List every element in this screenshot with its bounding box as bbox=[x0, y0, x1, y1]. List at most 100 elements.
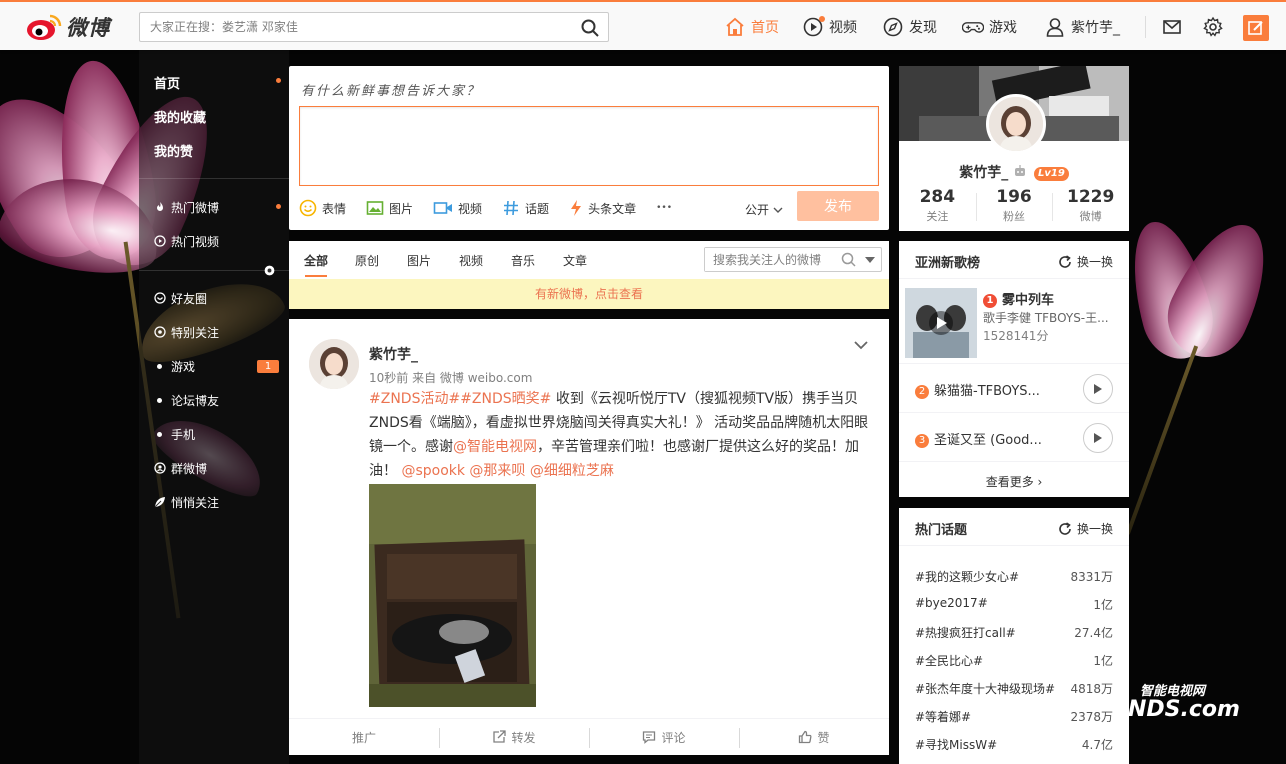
song-2-play-button[interactable] bbox=[1083, 374, 1113, 404]
top-bar: 微博 首页 视频 发现 游 bbox=[0, 0, 1286, 50]
tab-all[interactable]: 全部 bbox=[304, 252, 328, 269]
topic-item[interactable]: #全民比心# 1亿 bbox=[915, 652, 1113, 669]
visibility-label: 公开 bbox=[745, 203, 770, 217]
nav-divider bbox=[1145, 16, 1146, 38]
profile-avatar[interactable] bbox=[986, 94, 1046, 154]
song-item-3[interactable]: 3 圣诞又至 (Good... bbox=[899, 413, 1129, 462]
leftnav-game[interactable]: 游戏 bbox=[154, 356, 195, 376]
topics-refresh-button[interactable]: 换一换 bbox=[1058, 520, 1113, 537]
leaf-icon bbox=[154, 497, 165, 508]
leftnav-home[interactable]: 首页 bbox=[154, 72, 180, 92]
hot-topics-title: 热门话题 bbox=[915, 523, 968, 538]
topic-name: #寻找MissW# bbox=[915, 738, 998, 752]
song-cover[interactable] bbox=[905, 288, 977, 358]
leftnav-friends-circle[interactable]: 好友圈 bbox=[154, 288, 207, 308]
action-promote[interactable]: 推广 bbox=[289, 719, 439, 755]
caret-down-icon[interactable] bbox=[865, 257, 875, 263]
nav-home[interactable]: 首页 bbox=[724, 14, 779, 40]
leftnav-special-follow[interactable]: 特别关注 bbox=[154, 322, 219, 342]
robot-icon bbox=[1015, 165, 1026, 176]
post-hashtags[interactable]: #ZNDS活动##ZNDS晒奖# bbox=[369, 391, 551, 407]
music-chart-title: 亚洲新歌榜 bbox=[915, 256, 981, 271]
game-count-badge: 1 bbox=[257, 360, 279, 373]
tab-images[interactable]: 图片 bbox=[407, 252, 431, 269]
leftnav-hot-weibo[interactable]: 热门微博 bbox=[154, 197, 219, 217]
leftnav-forum-friends[interactable]: 论坛博友 bbox=[154, 390, 219, 410]
post-author[interactable]: 紫竹芋_ bbox=[369, 344, 418, 364]
level-badge[interactable]: Lv19 bbox=[1033, 167, 1069, 181]
song-item-1[interactable]: 1 雾中列车 歌手李健 TFBOYS-王... 1528141分 bbox=[899, 279, 1129, 364]
post-text: #ZNDS活动##ZNDS晒奖# 收到《云视听悦厅TV（搜狐视频TV版）携手当贝… bbox=[369, 387, 869, 483]
leftnav-group-weibo[interactable]: 群微博 bbox=[154, 458, 207, 478]
music-refresh-button[interactable]: 换一换 bbox=[1058, 253, 1113, 270]
nav-home-label: 首页 bbox=[751, 20, 779, 36]
song-item-2[interactable]: 2 躲猫猫-TFBOYS... bbox=[899, 364, 1129, 413]
leftnav-hot-video[interactable]: 热门视频 bbox=[154, 231, 219, 251]
topic-item[interactable]: #热搜疯狂打call# 27.4亿 bbox=[915, 624, 1113, 641]
logo-text: 微博 bbox=[66, 16, 110, 40]
post-mentions[interactable]: @spookk @那来呗 @细细粒芝麻 bbox=[401, 463, 613, 479]
topic-item[interactable]: #bye2017# 1亿 bbox=[915, 596, 1113, 612]
topic-count: 4818万 bbox=[1070, 682, 1113, 696]
leftnav-hot-video-label: 热门视频 bbox=[171, 234, 220, 249]
leftnav-secret-follow[interactable]: 悄悄关注 bbox=[154, 492, 219, 512]
video-camera-icon bbox=[433, 202, 453, 214]
tab-music[interactable]: 音乐 bbox=[511, 252, 535, 269]
search-icon[interactable] bbox=[841, 252, 857, 268]
stat-fans-label: 粉丝 bbox=[1003, 210, 1025, 223]
song-1-name[interactable]: 雾中列车 bbox=[1002, 293, 1054, 308]
nav-video[interactable]: 视频 bbox=[802, 14, 857, 40]
tool-article[interactable]: 头条文章 bbox=[569, 199, 636, 217]
song-3-play-button[interactable] bbox=[1083, 423, 1113, 453]
search-input[interactable] bbox=[140, 13, 560, 41]
settings-gear-icon[interactable] bbox=[1202, 16, 1224, 38]
topic-name: #全民比心# bbox=[915, 654, 984, 668]
nav-discover[interactable]: 发现 bbox=[882, 14, 937, 40]
leftnav-mobile[interactable]: 手机 bbox=[154, 424, 195, 444]
topic-item[interactable]: #张杰年度十大神级现场# 4818万 bbox=[915, 680, 1113, 697]
tool-emoji[interactable]: 表情 bbox=[299, 199, 346, 217]
nav-game-label: 游戏 bbox=[989, 20, 1017, 36]
compose-button[interactable] bbox=[1243, 15, 1269, 41]
stat-following[interactable]: 284 关注 bbox=[899, 187, 976, 224]
leftnav-favorites[interactable]: 我的收藏 bbox=[154, 106, 206, 126]
group-settings-gear-icon[interactable] bbox=[263, 264, 276, 277]
post-avatar[interactable] bbox=[309, 339, 359, 389]
nav-profile[interactable]: 紫竹芋_ bbox=[1044, 14, 1120, 40]
mail-icon[interactable] bbox=[1161, 16, 1183, 38]
feed-search-input[interactable] bbox=[705, 248, 835, 271]
action-comment[interactable]: 评论 bbox=[589, 719, 739, 755]
tool-more[interactable]: ••• bbox=[656, 203, 672, 213]
rank-badge-3: 3 bbox=[915, 434, 929, 448]
tab-articles[interactable]: 文章 bbox=[563, 252, 587, 269]
visibility-select[interactable]: 公开 bbox=[745, 201, 783, 218]
profile-name[interactable]: 紫竹芋_ bbox=[959, 165, 1008, 181]
topic-item[interactable]: #我的这颗少女心# 8331万 bbox=[915, 568, 1113, 585]
tool-video[interactable]: 视频 bbox=[433, 199, 482, 217]
topic-item[interactable]: #等着娜# 2378万 bbox=[915, 708, 1113, 725]
action-like[interactable]: 赞 bbox=[739, 719, 889, 755]
stat-weibo[interactable]: 1229 微博 bbox=[1052, 187, 1129, 224]
song-2-name[interactable]: 躲猫猫-TFBOYS... bbox=[934, 384, 1040, 399]
send-button[interactable]: 发布 bbox=[797, 191, 879, 221]
topic-item[interactable]: #寻找MissW# 4.7亿 bbox=[915, 736, 1113, 753]
chevron-down-icon[interactable] bbox=[853, 337, 869, 353]
tab-videos[interactable]: 视频 bbox=[459, 252, 483, 269]
song-3-name[interactable]: 圣诞又至 (Good... bbox=[934, 433, 1042, 448]
stat-fans[interactable]: 196 粉丝 bbox=[975, 187, 1053, 224]
tab-original[interactable]: 原创 bbox=[355, 252, 379, 269]
search-icon[interactable] bbox=[580, 18, 600, 38]
nav-game[interactable]: 游戏 bbox=[962, 14, 1017, 40]
post-image[interactable] bbox=[369, 484, 536, 707]
tool-topic[interactable]: 话题 bbox=[502, 199, 549, 217]
leftnav-likes[interactable]: 我的赞 bbox=[154, 140, 193, 160]
publisher-textarea[interactable] bbox=[299, 106, 879, 186]
new-weibo-notice[interactable]: 有新微博，点击查看 bbox=[289, 279, 889, 309]
tool-image[interactable]: 图片 bbox=[366, 199, 413, 217]
action-forward[interactable]: 转发 bbox=[439, 719, 589, 755]
music-see-more-link[interactable]: 查看更多 › bbox=[899, 473, 1129, 490]
post-mention-znds[interactable]: @智能电视网 bbox=[453, 439, 537, 455]
weibo-logo[interactable]: 微博 bbox=[26, 11, 110, 43]
leftnav-secret-follow-label: 悄悄关注 bbox=[171, 495, 220, 510]
feed-tabs: 全部 原创 图片 视频 音乐 文章 bbox=[289, 241, 889, 279]
